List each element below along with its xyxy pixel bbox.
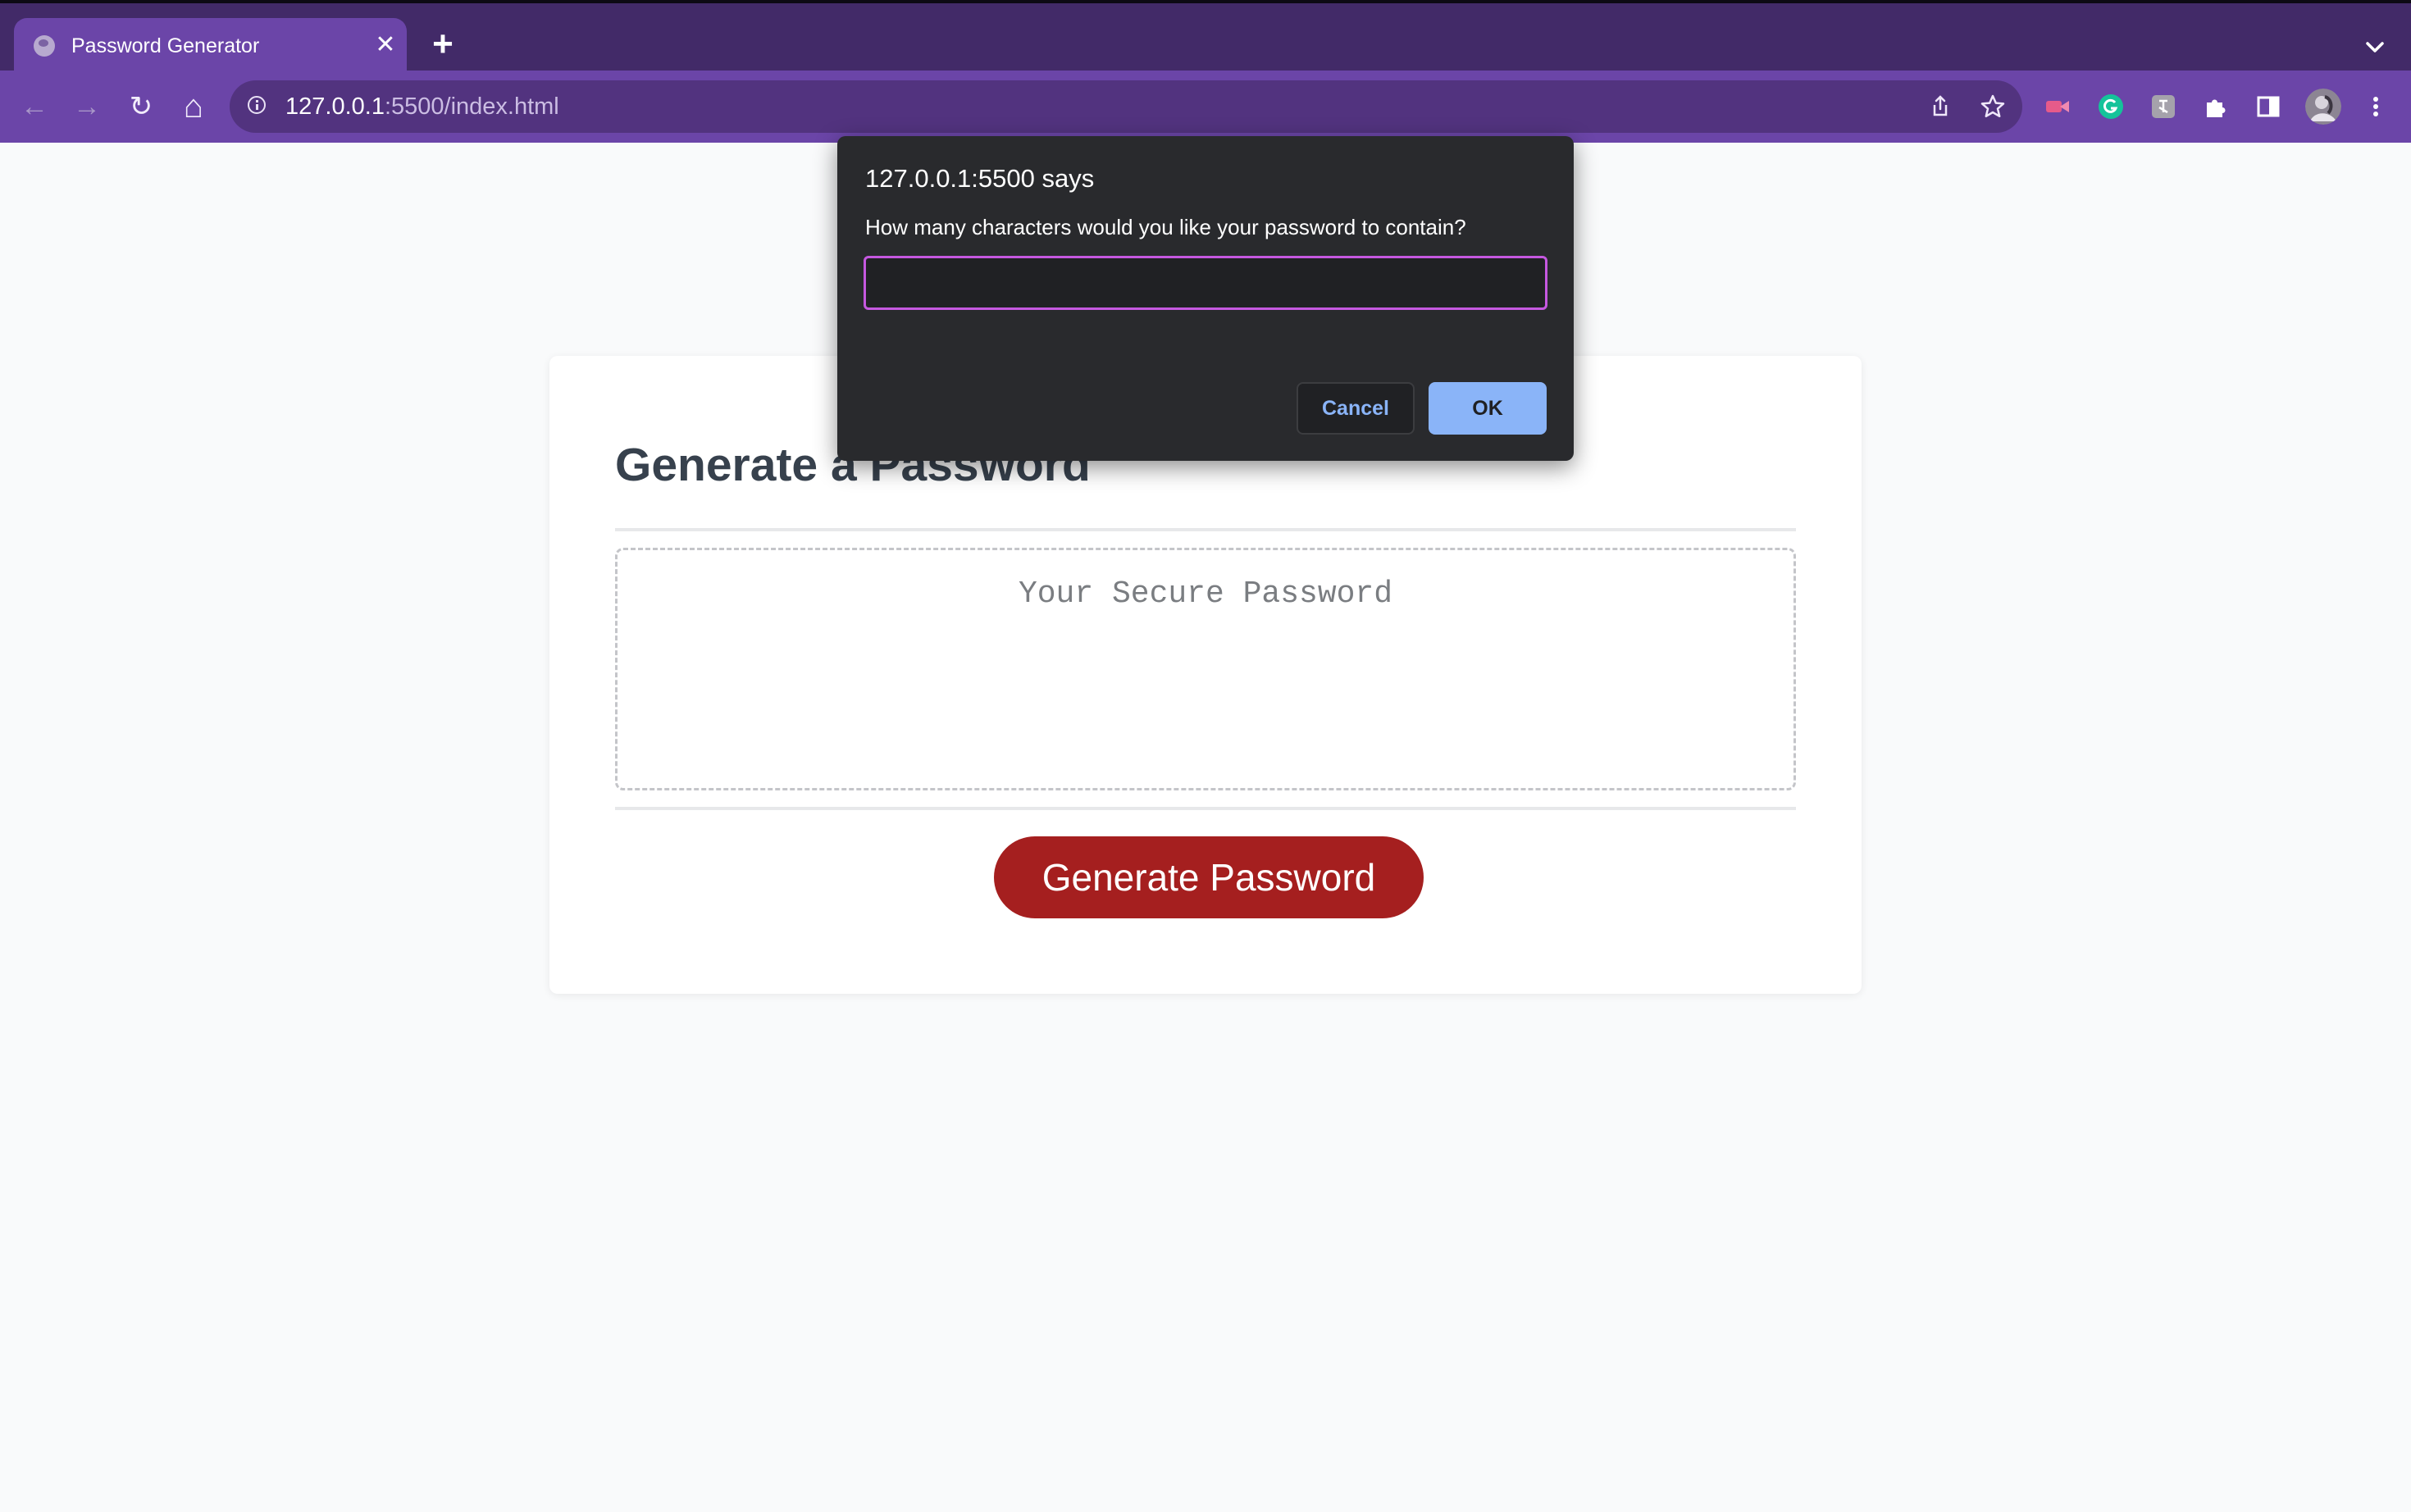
- generate-password-button[interactable]: Generate Password: [994, 836, 1424, 918]
- site-info-icon[interactable]: [248, 96, 266, 114]
- tab-search-chevron-icon[interactable]: [2360, 33, 2390, 62]
- grammarly-icon[interactable]: [2097, 93, 2125, 121]
- header-divider: [615, 528, 1796, 531]
- home-icon[interactable]: ⌂: [175, 89, 212, 125]
- url-host: 127.0.0.1: [285, 93, 385, 120]
- tab-strip: Password Generator ✕ +: [0, 0, 2411, 74]
- forward-arrow-icon[interactable]: →: [69, 89, 105, 125]
- url-text[interactable]: 127.0.0.1:5500/index.html: [285, 92, 559, 121]
- address-bar[interactable]: 127.0.0.1:5500/index.html: [230, 80, 2022, 133]
- password-placeholder: Your Secure Password: [1018, 576, 1393, 612]
- menu-kebab-icon[interactable]: [2362, 93, 2390, 121]
- footer-divider: [615, 807, 1796, 810]
- video-extension-icon[interactable]: [2044, 93, 2071, 121]
- url-path: :5500/index.html: [384, 93, 559, 120]
- dialog-message: How many characters would you like your …: [865, 215, 1466, 239]
- new-tab-button[interactable]: +: [428, 26, 458, 62]
- bookmark-star-icon[interactable]: [1978, 92, 2008, 121]
- active-tab[interactable]: Password Generator ✕: [14, 18, 407, 74]
- password-output-area[interactable]: Your Secure Password: [615, 548, 1796, 790]
- dialog-title: 127.0.0.1:5500 says: [865, 164, 1095, 193]
- tab-title: Password Generator: [71, 34, 260, 57]
- ok-button[interactable]: OK: [1429, 382, 1547, 435]
- extensions-icon[interactable]: [2202, 93, 2230, 121]
- profile-avatar[interactable]: [2305, 89, 2341, 125]
- cancel-button[interactable]: Cancel: [1297, 382, 1415, 435]
- back-arrow-icon[interactable]: ←: [16, 89, 52, 125]
- side-panel-icon[interactable]: [2254, 93, 2282, 121]
- globe-favicon-icon: [34, 35, 55, 57]
- translate-extension-icon[interactable]: [2149, 93, 2177, 121]
- share-icon[interactable]: [1926, 92, 1955, 121]
- tab-close-icon[interactable]: ✕: [372, 32, 399, 58]
- prompt-dialog: 127.0.0.1:5500 says How many characters …: [837, 136, 1574, 461]
- browser-toolbar: ← → ↻ ⌂ 127.0.0.1:5500/index.html: [0, 71, 2411, 143]
- dialog-text-input[interactable]: [864, 256, 1547, 310]
- reload-icon[interactable]: ↻: [123, 89, 159, 125]
